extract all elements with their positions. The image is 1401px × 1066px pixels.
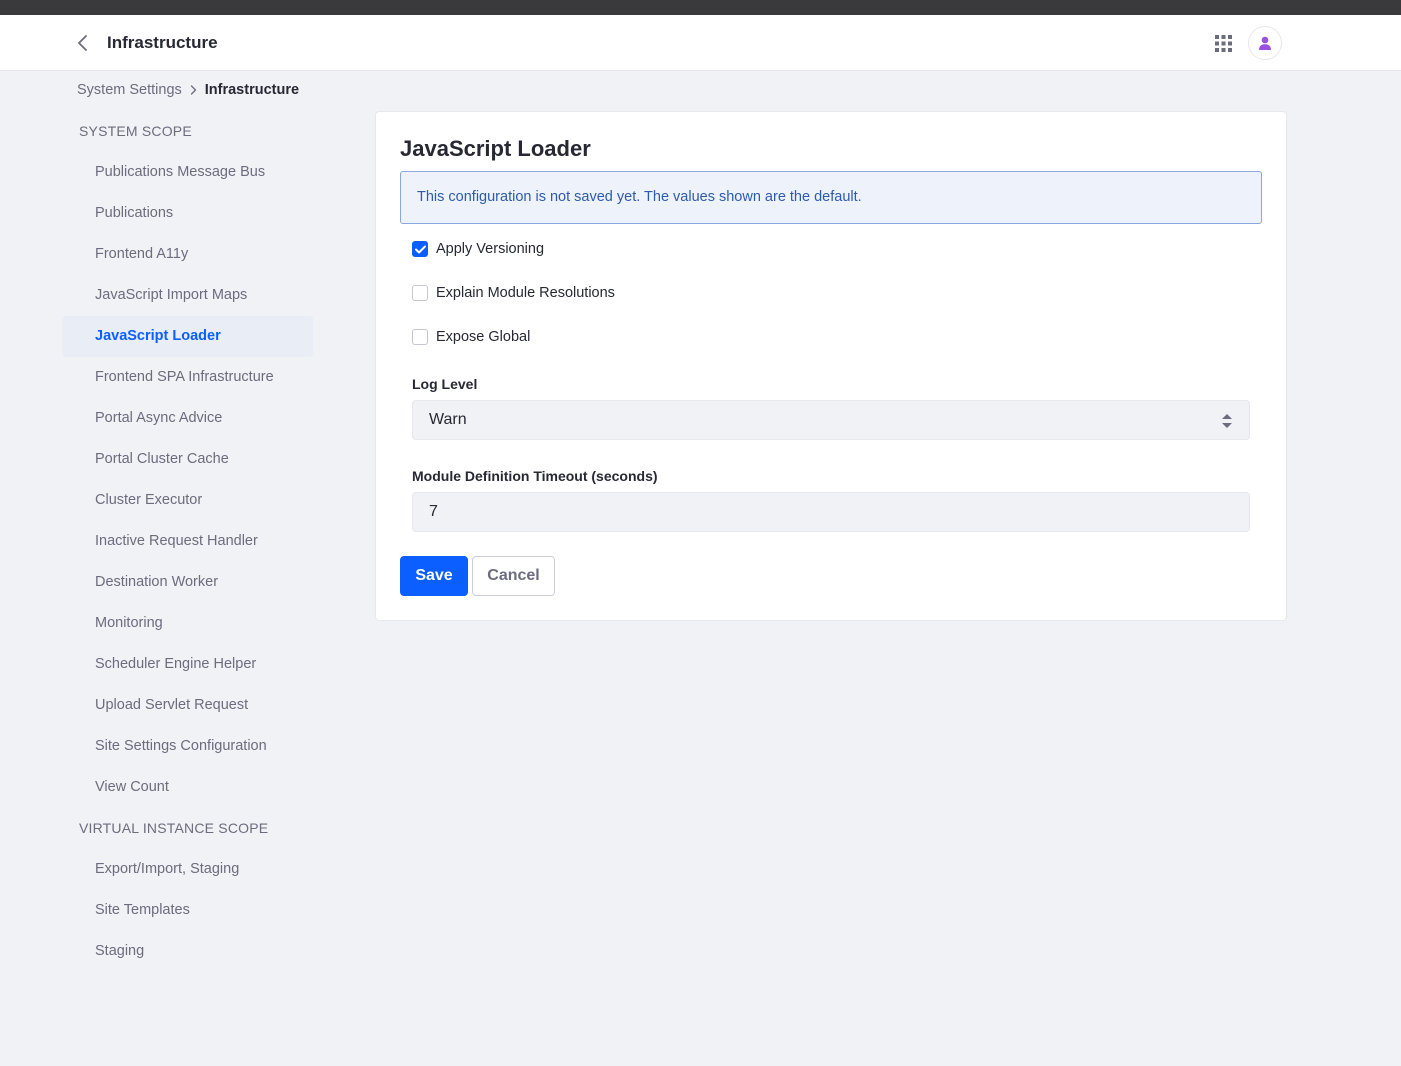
window-top-strip	[0, 0, 1401, 15]
apply-versioning-label: Apply Versioning	[436, 241, 545, 257]
sidebar-item-javascript-loader[interactable]: JavaScript Loader	[62, 316, 313, 357]
sidebar-item-inactive-request-handler[interactable]: Inactive Request Handler	[62, 521, 313, 562]
chevron-left-icon	[78, 35, 87, 51]
check-icon	[414, 245, 426, 253]
apps-menu-button[interactable]	[1210, 30, 1236, 56]
cancel-button[interactable]: Cancel	[472, 556, 555, 596]
save-button[interactable]: Save	[400, 556, 468, 596]
sidebar-item-destination-worker[interactable]: Destination Worker	[62, 562, 313, 603]
sidebar-item-scheduler-engine-helper[interactable]: Scheduler Engine Helper	[62, 644, 313, 685]
sidebar-item-monitoring[interactable]: Monitoring	[62, 603, 313, 644]
breadcrumb-system-settings[interactable]: System Settings	[77, 82, 182, 98]
select-arrows-icon	[1222, 414, 1232, 428]
sidebar-item-cluster-executor[interactable]: Cluster Executor	[62, 480, 313, 521]
page-title: JavaScript Loader	[400, 136, 591, 161]
sidebar-item-site-templates[interactable]: Site Templates	[62, 890, 313, 931]
settings-sidebar: SYSTEM SCOPE Publications Message Bus Pu…	[62, 111, 313, 972]
breadcrumb: System Settings Infrastructure	[77, 82, 299, 98]
sidebar-item-portal-async-advice[interactable]: Portal Async Advice	[62, 398, 313, 439]
sidebar-item-export-import-staging[interactable]: Export/Import, Staging	[62, 849, 313, 890]
apps-grid-icon	[1214, 34, 1232, 52]
sidebar-item-site-settings-configuration[interactable]: Site Settings Configuration	[62, 726, 313, 767]
log-level-value: Warn	[429, 411, 467, 428]
header-title: Infrastructure	[107, 33, 218, 52]
apply-versioning-row[interactable]: Apply Versioning	[412, 239, 544, 259]
virtual-instance-scope-heading: VIRTUAL INSTANCE SCOPE	[79, 820, 269, 836]
expose-global-checkbox[interactable]	[412, 329, 428, 345]
user-avatar-button[interactable]	[1248, 26, 1282, 60]
app-header: Infrastructure	[0, 15, 1401, 71]
breadcrumb-current: Infrastructure	[204, 82, 300, 98]
system-scope-heading: SYSTEM SCOPE	[79, 123, 192, 139]
back-button[interactable]	[70, 30, 96, 56]
chevron-right-icon	[190, 85, 197, 95]
sidebar-item-frontend-spa-infrastructure[interactable]: Frontend SPA Infrastructure	[62, 357, 313, 398]
expose-global-row[interactable]: Expose Global	[412, 327, 530, 347]
apply-versioning-checkbox[interactable]	[412, 241, 428, 257]
sidebar-item-staging[interactable]: Staging	[62, 931, 313, 972]
sidebar-item-javascript-import-maps[interactable]: JavaScript Import Maps	[62, 275, 313, 316]
explain-module-resolutions-checkbox[interactable]	[412, 285, 428, 301]
module-definition-timeout-input[interactable]: 7	[412, 492, 1250, 532]
user-icon	[1259, 36, 1271, 50]
explain-module-resolutions-label: Explain Module Resolutions	[436, 285, 615, 301]
log-level-select[interactable]: Warn	[412, 400, 1250, 440]
unsaved-config-alert: This configuration is not saved yet. The…	[400, 171, 1262, 224]
log-level-label: Log Level	[412, 376, 478, 392]
module-definition-timeout-label: Module Definition Timeout (seconds)	[412, 468, 658, 484]
sidebar-item-publications-message-bus[interactable]: Publications Message Bus	[62, 152, 313, 193]
sidebar-item-publications[interactable]: Publications	[62, 193, 313, 234]
expose-global-label: Expose Global	[436, 329, 531, 345]
sidebar-item-frontend-a11y[interactable]: Frontend A11y	[62, 234, 313, 275]
sidebar-item-upload-servlet-request[interactable]: Upload Servlet Request	[62, 685, 313, 726]
configuration-panel: JavaScript Loader This configuration is …	[375, 111, 1287, 621]
sidebar-item-view-count[interactable]: View Count	[62, 767, 313, 808]
explain-module-resolutions-row[interactable]: Explain Module Resolutions	[412, 283, 615, 303]
sidebar-item-portal-cluster-cache[interactable]: Portal Cluster Cache	[62, 439, 313, 480]
